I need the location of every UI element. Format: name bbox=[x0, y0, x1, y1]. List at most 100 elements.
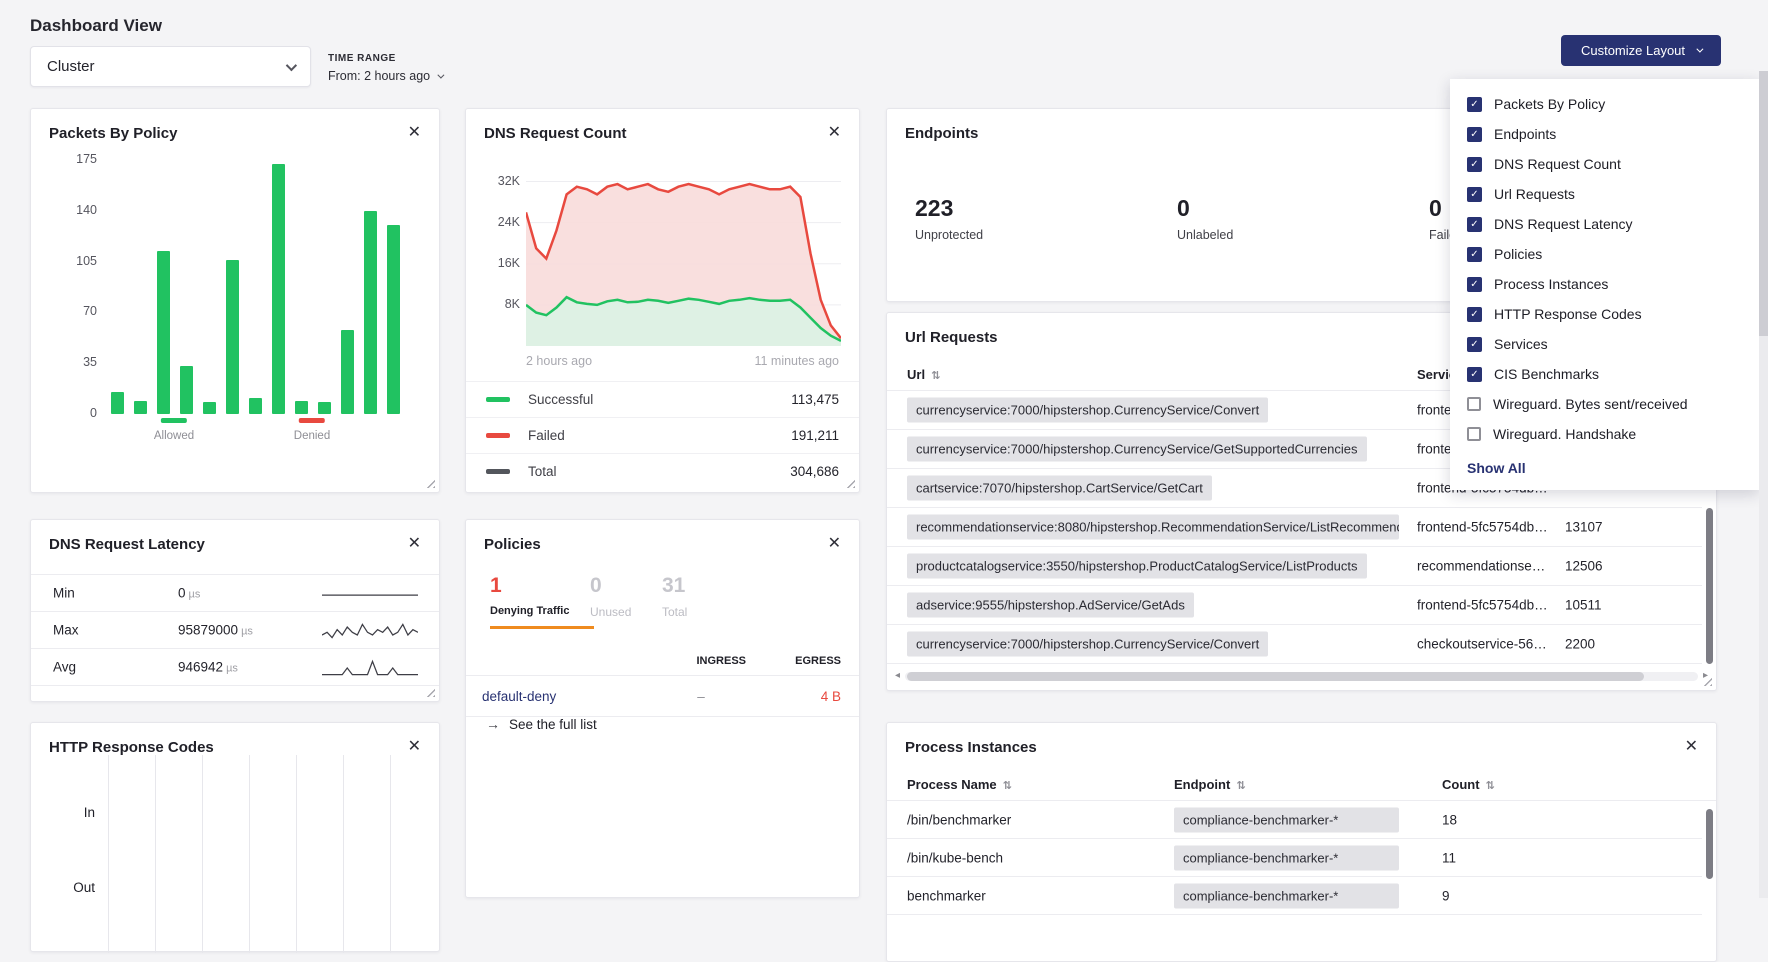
menu-item[interactable]: Endpoints bbox=[1450, 119, 1759, 149]
sort-icon[interactable]: ⇅ bbox=[1003, 780, 1012, 792]
policy-link[interactable]: default-deny bbox=[482, 689, 656, 704]
menu-item[interactable]: Url Requests bbox=[1450, 179, 1759, 209]
menu-item[interactable]: Wireguard. Handshake bbox=[1450, 419, 1759, 449]
packets-bar-chart bbox=[111, 160, 411, 414]
http-gridlines bbox=[108, 755, 396, 953]
packets-x-axis: Allowed Denied bbox=[111, 418, 411, 464]
latency-value: 946942µs bbox=[178, 660, 238, 675]
checkbox-icon[interactable] bbox=[1467, 217, 1482, 232]
latency-metric-label: Min bbox=[53, 586, 75, 601]
legend-row: Failed 191,211 bbox=[466, 417, 859, 453]
table-row[interactable]: productcatalogservice:3550/hipstershop.P… bbox=[887, 547, 1702, 586]
checkbox-icon[interactable] bbox=[1467, 127, 1482, 142]
endpoint-chip: compliance-benchmarker-* bbox=[1174, 883, 1399, 908]
policies-tab-unused[interactable]: 0 Unused bbox=[590, 574, 631, 619]
url-cell: adservice:9555/hipstershop.AdService/Get… bbox=[907, 593, 1194, 618]
menu-item-label: Packets By Policy bbox=[1494, 96, 1605, 112]
process-name-cell: benchmarker bbox=[907, 888, 986, 903]
menu-item[interactable]: Wireguard. Bytes sent/received bbox=[1450, 389, 1759, 419]
checkbox-icon[interactable] bbox=[1467, 277, 1482, 292]
checkbox-icon[interactable] bbox=[1467, 187, 1482, 202]
y-tick-label: 16K bbox=[482, 256, 520, 270]
close-icon[interactable]: ✕ bbox=[408, 125, 421, 141]
column-header-count[interactable]: Count⇅ bbox=[1442, 777, 1495, 792]
column-header-endpoint[interactable]: Endpoint⇅ bbox=[1174, 777, 1246, 792]
count-cell: 13107 bbox=[1565, 520, 1603, 535]
stat-value: 0 bbox=[590, 574, 631, 598]
endpoint-chip: compliance-benchmarker-* bbox=[1174, 845, 1399, 870]
menu-item[interactable]: Process Instances bbox=[1450, 269, 1759, 299]
menu-item[interactable]: HTTP Response Codes bbox=[1450, 299, 1759, 329]
menu-item[interactable]: Packets By Policy bbox=[1450, 89, 1759, 119]
show-all-link[interactable]: Show All bbox=[1450, 449, 1759, 478]
checkbox-icon[interactable] bbox=[1467, 397, 1481, 411]
menu-item[interactable]: Services bbox=[1450, 329, 1759, 359]
y-tick-label: 175 bbox=[59, 152, 97, 166]
checkbox-icon[interactable] bbox=[1467, 337, 1482, 352]
sort-icon[interactable]: ⇅ bbox=[1236, 780, 1245, 792]
checkbox-icon[interactable] bbox=[1467, 247, 1482, 262]
policies-tab-total[interactable]: 31 Total bbox=[662, 574, 687, 619]
close-icon[interactable]: ✕ bbox=[828, 536, 841, 552]
y-tick-label: 32K bbox=[482, 174, 520, 188]
resize-handle[interactable] bbox=[425, 478, 435, 488]
scrollbar-thumb[interactable] bbox=[1759, 71, 1768, 336]
card-title: Packets By Policy bbox=[49, 125, 177, 142]
menu-item[interactable]: CIS Benchmarks bbox=[1450, 359, 1759, 389]
bar bbox=[387, 225, 400, 414]
table-row[interactable]: recommendationservice:8080/hipstershop.R… bbox=[887, 508, 1702, 547]
endpoint-cell: compliance-benchmarker-* bbox=[1174, 845, 1399, 870]
legend-swatch bbox=[486, 397, 510, 402]
page-scrollbar[interactable] bbox=[1759, 71, 1768, 898]
menu-item[interactable]: Policies bbox=[1450, 239, 1759, 269]
checkbox-icon[interactable] bbox=[1467, 427, 1481, 441]
dashboard-page: Dashboard View Cluster TIME RANGE From: … bbox=[0, 0, 1768, 898]
card-title: HTTP Response Codes bbox=[49, 739, 214, 756]
sort-icon[interactable]: ⇅ bbox=[931, 370, 940, 382]
latency-value: 95879000µs bbox=[178, 623, 253, 638]
table-row[interactable]: currencyservice:7000/hipstershop.Currenc… bbox=[887, 625, 1702, 664]
process-name-cell: /bin/benchmarker bbox=[907, 812, 1011, 827]
x-axis-mark: Allowed bbox=[154, 418, 194, 442]
y-tick-label: 70 bbox=[59, 304, 97, 318]
service-cell: frontend-5fc5754db… bbox=[1417, 598, 1548, 613]
sparkline-path bbox=[322, 624, 418, 637]
close-icon[interactable]: ✕ bbox=[1685, 739, 1698, 755]
see-full-list-link[interactable]: → See the full list bbox=[486, 716, 597, 732]
column-header-url[interactable]: Url⇅ bbox=[907, 367, 940, 382]
scroll-right-icon[interactable]: ▸ bbox=[1703, 671, 1708, 681]
close-icon[interactable]: ✕ bbox=[408, 739, 421, 755]
checkbox-icon[interactable] bbox=[1467, 367, 1482, 382]
close-icon[interactable]: ✕ bbox=[408, 536, 421, 552]
checkbox-icon[interactable] bbox=[1467, 157, 1482, 172]
view-selector-dropdown[interactable]: Cluster bbox=[30, 46, 311, 87]
scrollbar-thumb[interactable] bbox=[1706, 508, 1713, 664]
x-mark-label: Denied bbox=[294, 430, 330, 442]
close-icon[interactable]: ✕ bbox=[828, 125, 841, 141]
scrollbar-thumb[interactable] bbox=[1706, 809, 1713, 879]
scrollbar-thumb[interactable] bbox=[907, 672, 1644, 681]
column-header-process-name[interactable]: Process Name⇅ bbox=[907, 777, 1012, 792]
legend-value: 191,211 bbox=[791, 428, 839, 443]
sort-icon[interactable]: ⇅ bbox=[1486, 780, 1495, 792]
customize-layout-button[interactable]: Customize Layout bbox=[1561, 35, 1721, 66]
checkbox-icon[interactable] bbox=[1467, 97, 1482, 112]
stat-value: 0 bbox=[1177, 195, 1233, 222]
menu-item[interactable]: DNS Request Latency bbox=[1450, 209, 1759, 239]
bar bbox=[295, 401, 308, 414]
y-tick-label: 8K bbox=[482, 297, 520, 311]
scroll-left-icon[interactable]: ◂ bbox=[895, 671, 900, 681]
bar bbox=[364, 211, 377, 414]
table-row[interactable]: adservice:9555/hipstershop.AdService/Get… bbox=[887, 586, 1702, 625]
arrow-right-icon: → bbox=[486, 716, 500, 732]
column-header-ingress: INGRESS bbox=[656, 655, 746, 667]
menu-item[interactable]: DNS Request Count bbox=[1450, 149, 1759, 179]
checkbox-icon[interactable] bbox=[1467, 307, 1482, 322]
series-area bbox=[526, 297, 841, 346]
resize-handle[interactable] bbox=[425, 687, 435, 697]
policies-tab-denying-traffic[interactable]: 1 Denying Traffic bbox=[490, 574, 594, 629]
time-range-from-dropdown[interactable]: From: 2 hours ago bbox=[328, 69, 442, 83]
table-row: /bin/benchmarker compliance-benchmarker-… bbox=[887, 801, 1702, 839]
url-cell: recommendationservice:8080/hipstershop.R… bbox=[907, 515, 1399, 540]
scrollbar-track[interactable] bbox=[905, 672, 1698, 681]
